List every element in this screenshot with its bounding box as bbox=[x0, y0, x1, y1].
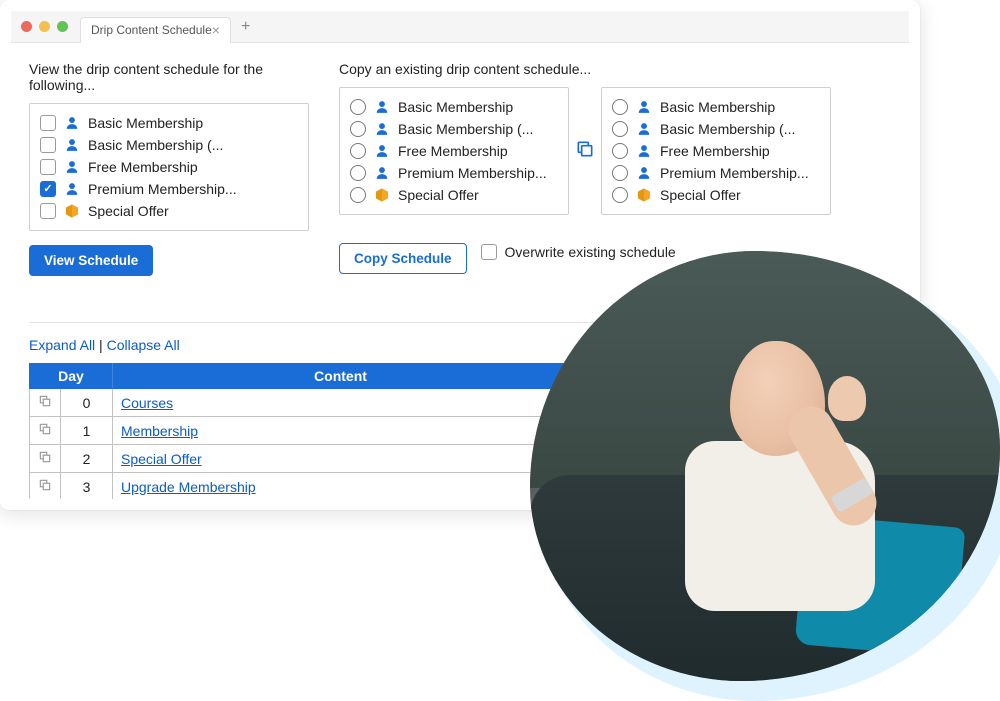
content-link[interactable]: Special Offer bbox=[121, 451, 202, 467]
day-cell: 3 bbox=[61, 473, 113, 501]
package-icon bbox=[636, 187, 652, 203]
item-label: Premium Membership... bbox=[660, 165, 809, 181]
copy-target-list: Basic Membership Basic Membership (... F… bbox=[601, 87, 831, 215]
radio[interactable] bbox=[612, 187, 628, 203]
view-heading: View the drip content schedule for the f… bbox=[29, 61, 309, 93]
item-label: Basic Membership bbox=[88, 115, 203, 131]
collapse-all-link[interactable]: Collapse All bbox=[107, 337, 180, 353]
item-label: Special Offer bbox=[398, 187, 479, 203]
minimize-window-icon[interactable] bbox=[39, 21, 50, 32]
user-icon bbox=[64, 182, 80, 196]
user-icon bbox=[374, 122, 390, 136]
user-icon bbox=[636, 166, 652, 180]
maximize-window-icon[interactable] bbox=[57, 21, 68, 32]
user-icon bbox=[636, 100, 652, 114]
package-icon bbox=[64, 203, 80, 219]
item-label: Basic Membership bbox=[398, 99, 513, 115]
checkbox[interactable] bbox=[40, 181, 56, 197]
user-icon bbox=[636, 144, 652, 158]
list-item[interactable]: Basic Membership bbox=[612, 96, 820, 118]
copy-source-list: Basic Membership Basic Membership (... F… bbox=[339, 87, 569, 215]
radio[interactable] bbox=[350, 187, 366, 203]
user-icon bbox=[64, 138, 80, 152]
table-row: 2 Special Offer bbox=[30, 445, 569, 473]
list-item[interactable]: Basic Membership (... bbox=[612, 118, 820, 140]
item-label: Free Membership bbox=[398, 143, 508, 159]
close-tab-icon[interactable]: × bbox=[212, 22, 220, 38]
checkbox[interactable] bbox=[40, 203, 56, 219]
item-label: Basic Membership bbox=[660, 99, 775, 115]
row-expand-icon[interactable] bbox=[30, 417, 61, 445]
item-label: Special Offer bbox=[660, 187, 741, 203]
tab-title: Drip Content Schedule bbox=[91, 23, 212, 37]
list-item[interactable]: Free Membership bbox=[612, 140, 820, 162]
user-icon bbox=[374, 144, 390, 158]
copy-schedule-button[interactable]: Copy Schedule bbox=[339, 243, 467, 274]
content-link[interactable]: Membership bbox=[121, 423, 198, 439]
item-label: Basic Membership (... bbox=[398, 121, 533, 137]
th-day: Day bbox=[30, 364, 113, 389]
radio[interactable] bbox=[612, 165, 628, 181]
radio[interactable] bbox=[350, 99, 366, 115]
list-item[interactable]: Basic Membership bbox=[40, 112, 298, 134]
row-expand-icon[interactable] bbox=[30, 473, 61, 501]
list-item[interactable]: Basic Membership (... bbox=[350, 118, 558, 140]
list-item[interactable]: Basic Membership bbox=[350, 96, 558, 118]
checkbox[interactable] bbox=[40, 159, 56, 175]
list-item[interactable]: Premium Membership... bbox=[350, 162, 558, 184]
day-cell: 2 bbox=[61, 445, 113, 473]
content-link[interactable]: Courses bbox=[121, 395, 173, 411]
row-expand-icon[interactable] bbox=[30, 389, 61, 417]
list-item[interactable]: Special Offer bbox=[612, 184, 820, 206]
user-icon bbox=[374, 166, 390, 180]
user-icon bbox=[64, 160, 80, 174]
radio[interactable] bbox=[612, 121, 628, 137]
radio[interactable] bbox=[612, 99, 628, 115]
list-item[interactable]: Special Offer bbox=[350, 184, 558, 206]
schedule-table: Day Content 0 Courses 1 Membership 2 Spe… bbox=[29, 363, 569, 501]
list-item[interactable]: Premium Membership... bbox=[40, 178, 298, 200]
window-controls bbox=[21, 21, 68, 32]
overwrite-checkbox[interactable] bbox=[481, 244, 497, 260]
user-icon bbox=[636, 122, 652, 136]
user-icon bbox=[374, 100, 390, 114]
item-label: Basic Membership (... bbox=[88, 137, 223, 153]
titlebar: Drip Content Schedule × + bbox=[11, 11, 909, 43]
new-tab-icon[interactable]: + bbox=[241, 18, 250, 36]
item-label: Basic Membership (... bbox=[660, 121, 795, 137]
checkbox[interactable] bbox=[40, 115, 56, 131]
item-label: Free Membership bbox=[660, 143, 770, 159]
day-cell: 1 bbox=[61, 417, 113, 445]
expand-all-link[interactable]: Expand All bbox=[29, 337, 95, 353]
user-icon bbox=[64, 116, 80, 130]
view-list: Basic Membership Basic Membership (... F… bbox=[29, 103, 309, 231]
list-item[interactable]: Basic Membership (... bbox=[40, 134, 298, 156]
content-link[interactable]: Upgrade Membership bbox=[121, 479, 256, 495]
list-item[interactable]: Free Membership bbox=[350, 140, 558, 162]
package-icon bbox=[374, 187, 390, 203]
checkbox[interactable] bbox=[40, 137, 56, 153]
item-label: Premium Membership... bbox=[88, 181, 237, 197]
table-row: 0 Courses bbox=[30, 389, 569, 417]
list-item[interactable]: Special Offer bbox=[40, 200, 298, 222]
radio[interactable] bbox=[350, 143, 366, 159]
item-label: Premium Membership... bbox=[398, 165, 547, 181]
table-row: 3 Upgrade Membership bbox=[30, 473, 569, 501]
item-label: Free Membership bbox=[88, 159, 198, 175]
view-schedule-button[interactable]: View Schedule bbox=[29, 245, 153, 276]
list-item[interactable]: Premium Membership... bbox=[612, 162, 820, 184]
day-cell: 0 bbox=[61, 389, 113, 417]
radio[interactable] bbox=[350, 165, 366, 181]
radio[interactable] bbox=[350, 121, 366, 137]
radio[interactable] bbox=[612, 143, 628, 159]
copy-arrow-icon bbox=[575, 139, 595, 164]
item-label: Special Offer bbox=[88, 203, 169, 219]
browser-tab[interactable]: Drip Content Schedule × bbox=[80, 17, 231, 43]
decorative-photo bbox=[500, 231, 1000, 681]
close-window-icon[interactable] bbox=[21, 21, 32, 32]
table-row: 1 Membership bbox=[30, 417, 569, 445]
list-item[interactable]: Free Membership bbox=[40, 156, 298, 178]
copy-heading: Copy an existing drip content schedule..… bbox=[339, 61, 891, 77]
row-expand-icon[interactable] bbox=[30, 445, 61, 473]
